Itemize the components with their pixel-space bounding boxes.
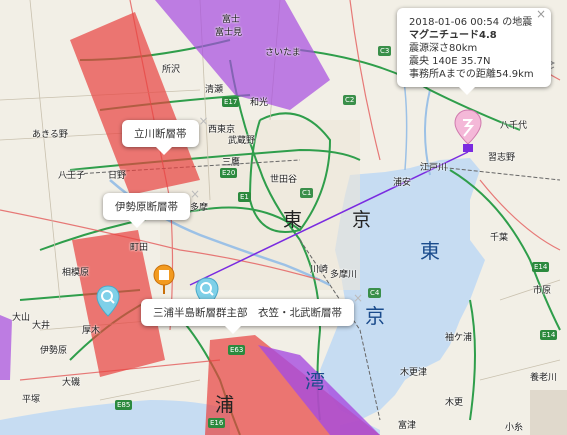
office-marker-icon[interactable] [152,263,176,295]
place-akiruno: あきる野 [32,130,68,140]
place-oiso: 大磯 [62,378,81,388]
fault-label-isehara: 伊勢原断層帯 [115,201,178,213]
place-hachioji: 八王子 [58,171,86,181]
map-name-bay-1: 東 [420,239,440,263]
road-sign-e17: E17 [222,97,240,107]
place-saitama: さいたま [265,48,301,58]
search-pin-icon[interactable] [95,284,121,318]
place-sodegaura: 袖ケ浦 [445,333,473,343]
road-sign-e14b: E14 [540,330,558,340]
map-view[interactable]: 東 京 東 京 湾 浦 所沢 清瀬 和光 西東京 武蔵野 三鷹 世田谷 あきる野… [0,0,567,435]
map-name-ura: 浦 [215,394,235,416]
place-isehara: 伊勢原 [40,346,68,356]
place-musashino: 武蔵野 [228,136,256,146]
place-mitaka: 三鷹 [222,158,241,168]
road-sign-c2: C2 [343,95,357,105]
place-sagamihara: 相模原 [62,268,90,278]
place-atsugi: 厚木 [82,326,101,336]
road-sign-e14: E14 [532,262,550,272]
close-icon[interactable]: × [353,291,363,305]
fault-popup-miura: × 三浦半島断層群主部 衣笠・北武断層帯 [141,291,363,334]
place-oi: 大井 [32,321,51,331]
close-icon[interactable]: × [190,187,200,201]
quake-distance: 事務所Aまでの距離54.9km [409,69,534,80]
place-edogawa: 江戸川 [420,163,448,173]
road-sign-c1: C1 [300,188,314,198]
place-urayasu: 浦安 [393,178,412,188]
road-sign-c3: C3 [378,46,392,56]
road-sign-e16: E16 [208,418,226,428]
road-sign-e1: E1 [238,192,251,202]
place-machida: 町田 [130,243,149,253]
place-koito: 小糸 [505,423,524,433]
place-fujimi: 富士見 [215,28,243,38]
road-sign-e20: E20 [220,168,238,178]
close-icon[interactable]: × [198,114,208,128]
place-tokorozawa: 所沢 [162,65,181,75]
place-hiratsuka: 平塚 [22,395,41,405]
place-ichihara: 市原 [533,286,552,296]
place-kiyose: 清瀬 [205,85,224,95]
epicenter-marker-icon[interactable] [453,108,483,158]
place-yachiyo: 八千代 [500,121,528,131]
place-chiba: 千葉 [490,233,509,243]
quake-datetime: 2018-01-06 00:54 の地震 [409,17,533,28]
place-tama: 多摩 [190,203,209,213]
place-kisarazu: 木更津 [400,368,428,378]
place-oyama: 大山 [12,313,31,323]
place-setagaya: 世田谷 [270,175,298,185]
road-sign-c4: C4 [368,288,382,298]
road-sign-e85: E85 [115,400,133,410]
map-name-bay-2: 京 [365,304,385,328]
place-fuji: 富士 [222,15,241,25]
place-hino: 日野 [108,171,127,181]
fault-label-tachikawa: 立川断層帯 [134,128,187,140]
map-name-bay-3: 湾 [305,369,325,393]
quake-depth: 震源深さ80km [409,43,478,54]
place-kawasaki: 川崎 [310,265,329,275]
place-yorogawa: 養老川 [530,373,558,383]
fault-label-miura: 三浦半島断層群主部 衣笠・北武断層帯 [153,307,342,319]
quake-epicenter: 震央 140E 35.7N [409,56,491,67]
place-wako: 和光 [250,98,269,108]
place-narashino: 習志野 [488,153,516,163]
place-futtsu: 富津 [398,421,417,431]
earthquake-info-popup: × 2018-01-06 00:54 の地震 マグニチュード4.8 震源深さ80… [397,8,551,95]
place-tamagawa: 多摩川 [330,270,358,280]
road-sign-e63: E63 [228,345,246,355]
fault-popup-isehara: × 伊勢原断層帯 [103,187,200,228]
quake-magnitude: マグニチュード4.8 [409,30,497,41]
close-icon[interactable]: × [536,8,546,21]
map-name-tokyo-1: 東 [283,209,303,231]
map-name-tokyo-2: 京 [352,209,372,231]
fault-popup-tachikawa: × 立川断層帯 [122,114,209,155]
place-kisara: 木更 [445,398,464,408]
